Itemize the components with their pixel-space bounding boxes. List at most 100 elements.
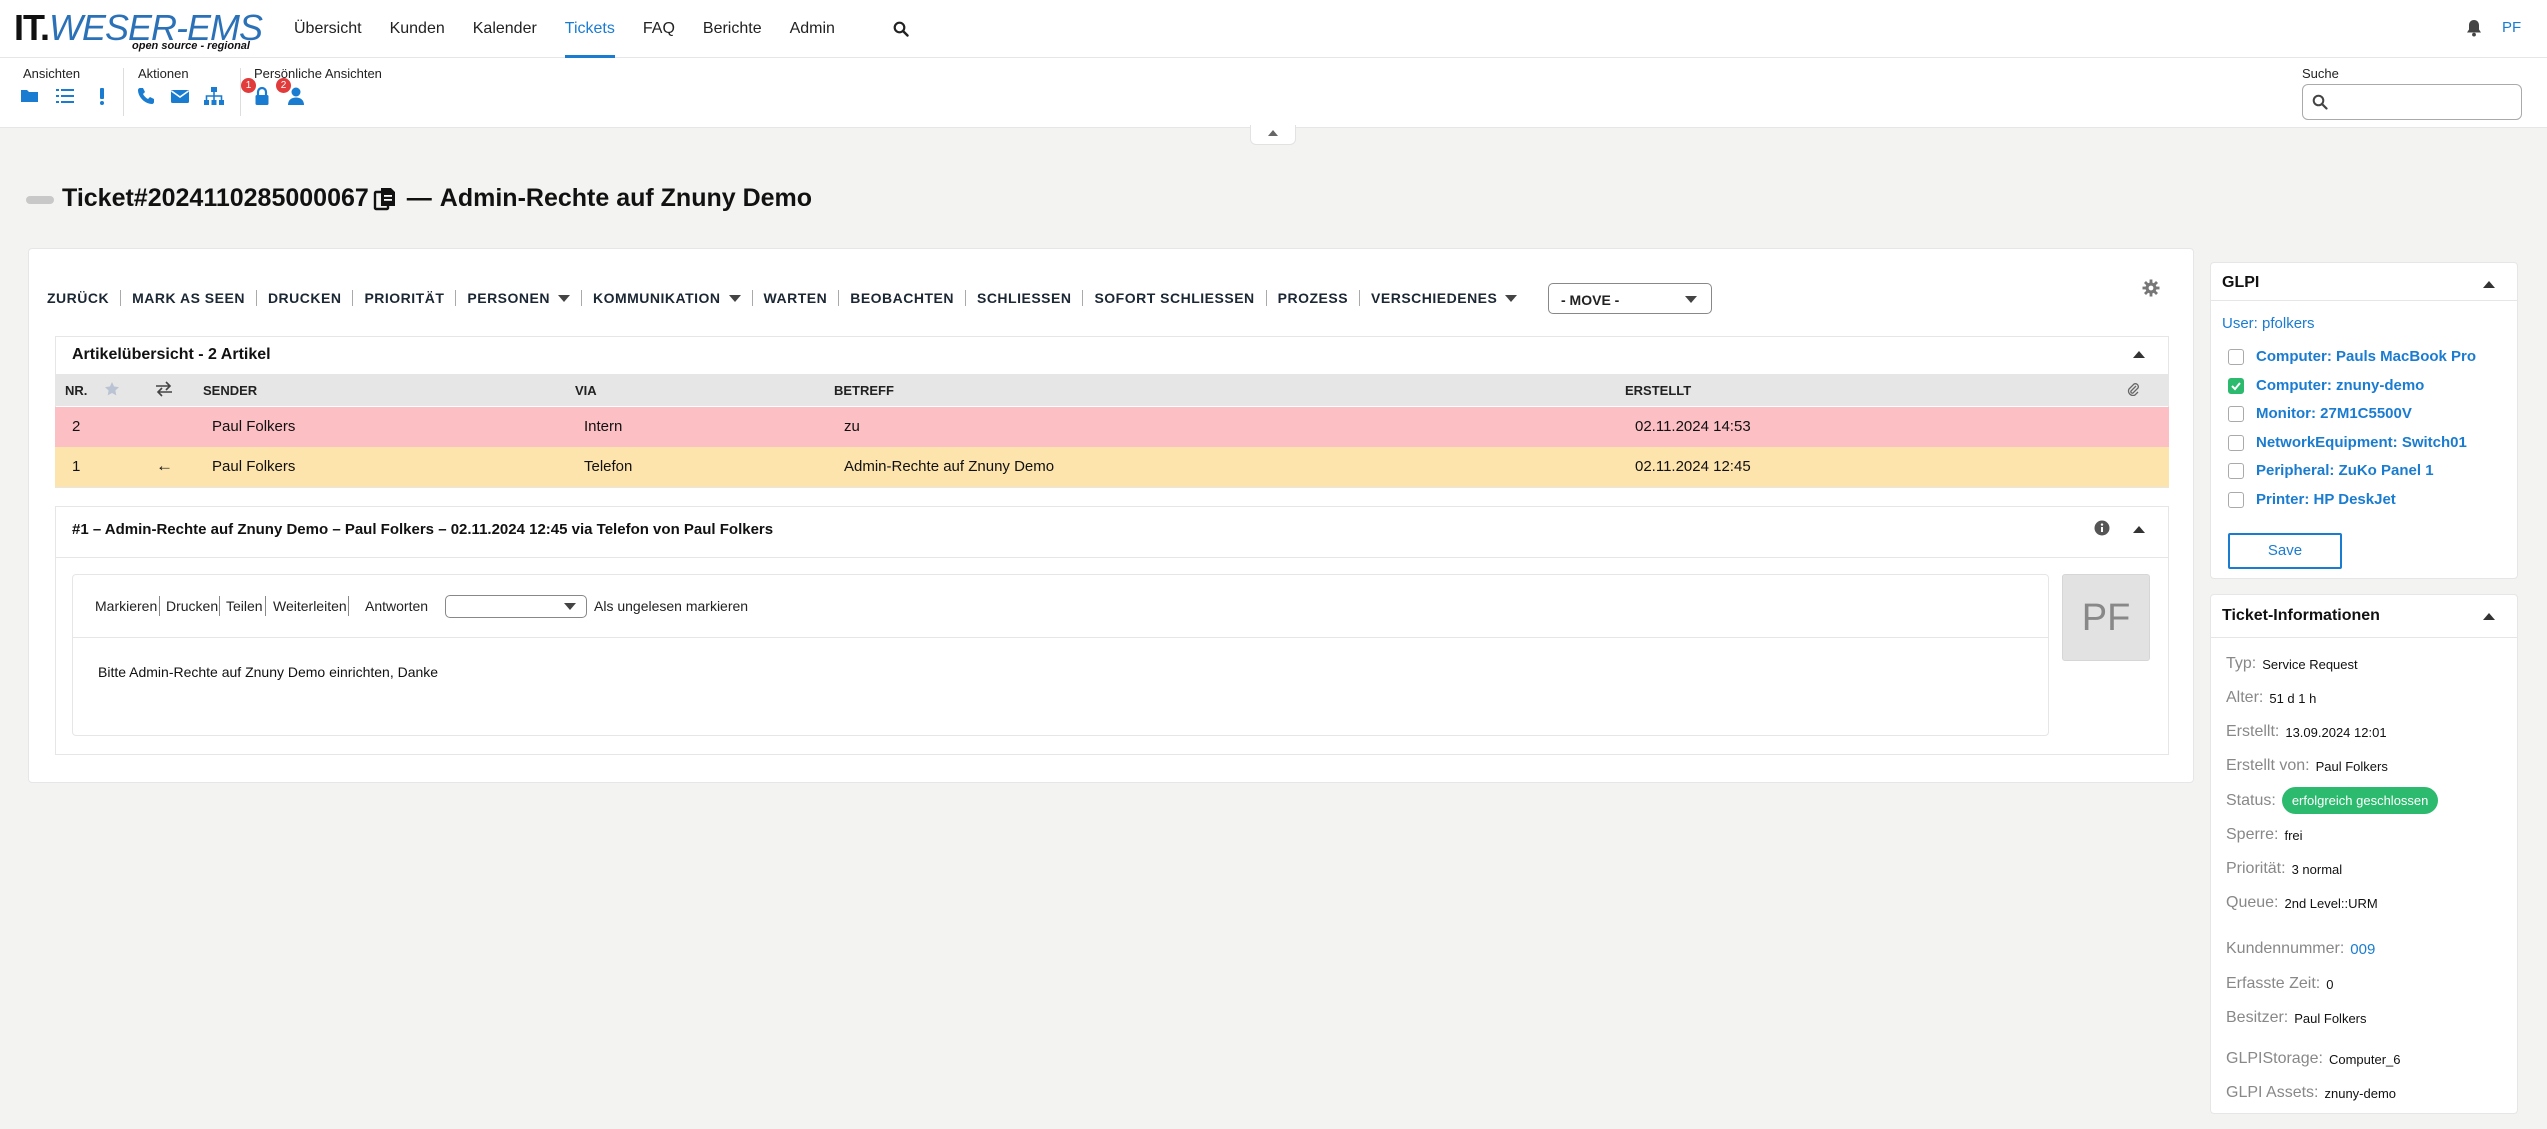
status-badge: erfolgreich geschlossen (2281, 787, 2439, 814)
nav-reports[interactable]: Berichte (689, 0, 776, 58)
column-subject[interactable]: BETREFF (834, 383, 894, 398)
info-value: Computer_6 (2328, 1051, 2401, 1067)
toolbar-divider (240, 68, 241, 116)
glpi-user: User: pfolkers (2222, 315, 2315, 332)
column-via[interactable]: VIA (575, 383, 597, 398)
logo[interactable]: IT.WESER-EMS open source - regional (14, 10, 264, 54)
glpi-asset-item[interactable]: Peripheral: ZuKo Panel 1 (2228, 462, 2434, 479)
ticket-number: Ticket#2024110285000067 (62, 184, 369, 212)
divider (2211, 300, 2517, 301)
nav-tickets[interactable]: Tickets (551, 0, 629, 58)
search-input[interactable] (2302, 84, 2522, 120)
row-created: 02.11.2024 12:45 (1635, 458, 1751, 475)
nav-calendar[interactable]: Kalender (459, 0, 551, 58)
asset-checkbox[interactable] (2228, 348, 2244, 365)
info-icon[interactable] (2094, 520, 2110, 536)
info-customer-number: Kundennummer: 009 (2226, 940, 2375, 958)
action-mark-as-seen[interactable]: MARK AS SEEN (121, 290, 257, 306)
asset-label: Computer: znuny-demo (2256, 377, 2425, 394)
glpi-asset-item[interactable]: Computer: znuny-demo (2228, 377, 2424, 394)
collapse-chevron-up-icon[interactable] (2133, 526, 2145, 533)
article-forward-link[interactable]: Weiterleiten (273, 598, 347, 614)
title-separator: — (406, 184, 432, 212)
ticket-info-heading: Ticket-Informationen (2222, 607, 2380, 624)
row-sender: Paul Folkers (212, 458, 296, 475)
nav-admin[interactable]: Admin (776, 0, 849, 58)
row-nr: 1 (72, 458, 81, 475)
envelope-icon[interactable] (170, 86, 190, 106)
search-icon[interactable] (893, 21, 909, 37)
user-avatar-initials[interactable]: PF (2502, 19, 2521, 36)
article-mark-link[interactable]: Markieren (95, 598, 157, 614)
action-pending[interactable]: WARTEN (753, 290, 840, 306)
action-priority[interactable]: PRIORITÄT (353, 290, 457, 306)
nav-customers[interactable]: Kunden (376, 0, 459, 58)
action-watch[interactable]: BEOBACHTEN (839, 290, 966, 306)
exclamation-icon[interactable] (92, 86, 112, 106)
column-sender[interactable]: SENDER (203, 383, 257, 398)
gear-icon[interactable] (2142, 279, 2160, 297)
paperclip-icon (2127, 382, 2139, 396)
action-close-immediately[interactable]: SOFORT SCHLIESSEN (1083, 290, 1267, 306)
locked-tickets-badge: 1 (241, 78, 256, 93)
move-queue-select[interactable]: - MOVE - (1548, 283, 1712, 314)
logo-text-it: IT. (14, 7, 50, 48)
asset-checkbox[interactable] (2228, 405, 2244, 422)
move-select-value: - MOVE - (1561, 292, 1620, 308)
incoming-arrow-icon: ← (156, 456, 173, 475)
views-label: Ansichten (23, 66, 81, 81)
glpi-asset-item[interactable]: Printer: HP DeskJet (2228, 491, 2396, 508)
table-row[interactable]: 2 Paul Folkers Intern zu 02.11.2024 14:5… (55, 407, 2169, 447)
action-misc-menu[interactable]: VERSCHIEDENES (1360, 290, 1528, 306)
caret-down-icon (557, 294, 570, 302)
action-communication-menu[interactable]: KOMMUNIKATION (582, 290, 753, 306)
nav-faq[interactable]: FAQ (629, 0, 689, 58)
info-label: Status: (2226, 791, 2276, 809)
info-value: 3 normal (2291, 861, 2343, 877)
direction-arrows-icon[interactable] (155, 381, 173, 397)
toolbar-collapse-toggle[interactable] (1250, 125, 1296, 145)
sitemap-icon[interactable] (204, 86, 224, 106)
mark-unread-link[interactable]: Als ungelesen markieren (594, 598, 748, 614)
article-share-link[interactable]: Teilen (226, 598, 263, 614)
table-row[interactable]: 1 ← Paul Folkers Telefon Admin-Rechte au… (55, 447, 2169, 487)
asset-checkbox[interactable] (2228, 462, 2244, 479)
info-created-by: Erstellt von: Paul Folkers (2226, 757, 2388, 775)
column-created[interactable]: ERSTELLT (1625, 383, 1691, 398)
ticket-action-menu: ZURÜCK MARK AS SEEN DRUCKEN PRIORITÄT PE… (36, 280, 1528, 316)
action-communication-label: KOMMUNIKATION (592, 290, 721, 306)
nav-overview[interactable]: Übersicht (280, 0, 376, 58)
list-numbered-icon[interactable] (55, 86, 75, 106)
collapse-chevron-up-icon[interactable] (2483, 281, 2495, 288)
divider (219, 596, 220, 616)
copy-icon[interactable] (373, 186, 397, 212)
search-icon (2312, 94, 2328, 110)
info-value: Service Request (2262, 656, 2358, 672)
glpi-asset-item[interactable]: Computer: Pauls MacBook Pro (2228, 348, 2476, 365)
bell-icon[interactable] (2466, 19, 2482, 37)
reply-template-select[interactable] (445, 595, 587, 618)
action-close[interactable]: SCHLIESSEN (966, 290, 1084, 306)
collapse-chevron-up-icon[interactable] (2483, 613, 2495, 620)
info-value: 2nd Level::URM (2284, 895, 2378, 911)
asset-checkbox[interactable] (2228, 491, 2244, 508)
column-nr[interactable]: NR. (65, 383, 87, 398)
phone-icon[interactable] (136, 86, 156, 106)
action-print[interactable]: DRUCKEN (257, 290, 354, 306)
toolbar: Ansichten Aktionen Persönliche Ansichten… (0, 58, 2547, 128)
asset-checkbox[interactable] (2228, 377, 2244, 394)
action-back[interactable]: ZURÜCK (36, 290, 122, 306)
info-queue: Queue: 2nd Level::URM (2226, 894, 2378, 912)
info-value: znuny-demo (2324, 1085, 2397, 1101)
collapse-chevron-up-icon[interactable] (2133, 351, 2145, 358)
save-button[interactable]: Save (2228, 533, 2342, 569)
action-process[interactable]: PROZESS (1267, 290, 1361, 306)
glpi-asset-item[interactable]: NetworkEquipment: Switch01 (2228, 434, 2467, 451)
glpi-asset-item[interactable]: Monitor: 27M1C5500V (2228, 405, 2412, 422)
star-icon[interactable] (104, 381, 120, 397)
action-people-menu[interactable]: PERSONEN (456, 290, 582, 306)
folder-icon[interactable] (20, 86, 40, 106)
asset-checkbox[interactable] (2228, 434, 2244, 451)
customer-number-link[interactable]: 009 (2350, 941, 2375, 958)
article-print-link[interactable]: Drucken (166, 598, 218, 614)
